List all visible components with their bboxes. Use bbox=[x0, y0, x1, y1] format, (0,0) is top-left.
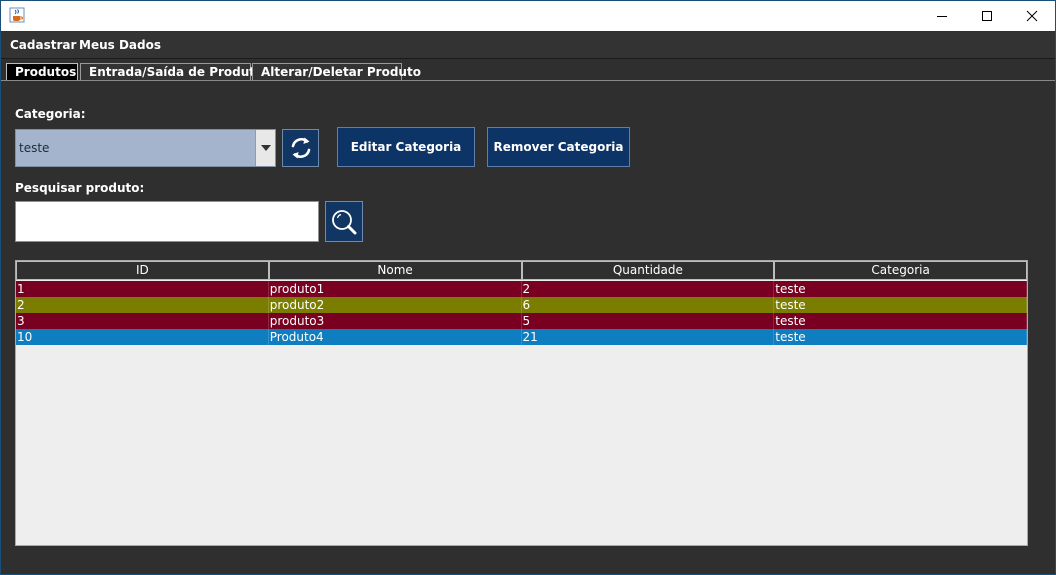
cell-id: 2 bbox=[16, 297, 269, 313]
cell-nome: produto3 bbox=[269, 313, 522, 329]
table-row[interactable]: 10 Produto4 21 teste bbox=[16, 329, 1027, 345]
tab-entrada-saida[interactable]: Entrada/Saída de Produtos bbox=[80, 63, 270, 80]
table-body: 1 produto1 2 teste 2 produto2 6 teste 3 … bbox=[16, 281, 1027, 345]
tab-strip-divider bbox=[1, 80, 1055, 81]
cell-nome: Produto4 bbox=[269, 329, 522, 345]
tab-produtos[interactable]: Produtos bbox=[6, 63, 78, 80]
java-cup-icon bbox=[9, 7, 25, 23]
close-button[interactable] bbox=[1009, 1, 1055, 31]
table-row[interactable]: 1 produto1 2 teste bbox=[16, 281, 1027, 297]
chevron-down-icon bbox=[260, 145, 271, 151]
cell-categoria: teste bbox=[774, 313, 1027, 329]
table-header: ID Nome Quantidade Categoria bbox=[16, 261, 1027, 280]
remove-category-button[interactable]: Remover Categoria bbox=[487, 127, 630, 167]
cell-id: 10 bbox=[16, 329, 269, 345]
cell-categoria: teste bbox=[774, 329, 1027, 345]
refresh-category-button[interactable] bbox=[282, 129, 319, 167]
magnifier-icon bbox=[332, 209, 357, 234]
column-header-id[interactable]: ID bbox=[16, 261, 269, 280]
column-header-quantidade[interactable]: Quantidade bbox=[521, 261, 775, 280]
table-row[interactable]: 2 produto2 6 teste bbox=[16, 297, 1027, 313]
search-label: Pesquisar produto: bbox=[15, 181, 145, 195]
close-icon bbox=[1026, 10, 1038, 22]
title-bar[interactable] bbox=[1, 1, 1055, 31]
combobox-arrow-button[interactable] bbox=[255, 130, 275, 166]
category-combobox[interactable]: teste bbox=[15, 129, 276, 167]
cell-categoria: teste bbox=[774, 297, 1027, 313]
cell-id: 1 bbox=[16, 281, 269, 297]
menu-meus-dados[interactable]: Meus Dados bbox=[79, 38, 161, 52]
cell-quantidade: 6 bbox=[522, 297, 775, 313]
minimize-button[interactable] bbox=[919, 1, 965, 31]
column-header-nome[interactable]: Nome bbox=[268, 261, 522, 280]
category-label: Categoria: bbox=[15, 107, 86, 121]
main-window: Cadastrar Meus Dados Produtos Entrada/Sa… bbox=[0, 0, 1056, 575]
column-header-categoria[interactable]: Categoria bbox=[774, 261, 1027, 280]
category-selected-value: teste bbox=[19, 141, 50, 155]
products-table[interactable]: ID Nome Quantidade Categoria 1 produto1 … bbox=[15, 260, 1028, 546]
cell-nome: produto1 bbox=[269, 281, 522, 297]
tab-alterar-deletar[interactable]: Alterar/Deletar Produto bbox=[252, 63, 421, 80]
maximize-button[interactable] bbox=[964, 1, 1010, 31]
maximize-icon bbox=[982, 11, 992, 21]
refresh-icon bbox=[291, 137, 310, 159]
cell-categoria: teste bbox=[774, 281, 1027, 297]
search-input[interactable] bbox=[15, 201, 319, 242]
table-row[interactable]: 3 produto3 5 teste bbox=[16, 313, 1027, 329]
edit-category-button[interactable]: Editar Categoria bbox=[337, 127, 475, 167]
cell-quantidade: 5 bbox=[522, 313, 775, 329]
menu-bar: Cadastrar Meus Dados bbox=[1, 32, 1055, 59]
cell-quantidade: 2 bbox=[522, 281, 775, 297]
search-button[interactable] bbox=[325, 201, 363, 242]
cell-nome: produto2 bbox=[269, 297, 522, 313]
menu-cadastrar[interactable]: Cadastrar bbox=[10, 38, 76, 52]
cell-quantidade: 21 bbox=[522, 329, 775, 345]
cell-id: 3 bbox=[16, 313, 269, 329]
minimize-icon bbox=[937, 16, 947, 17]
